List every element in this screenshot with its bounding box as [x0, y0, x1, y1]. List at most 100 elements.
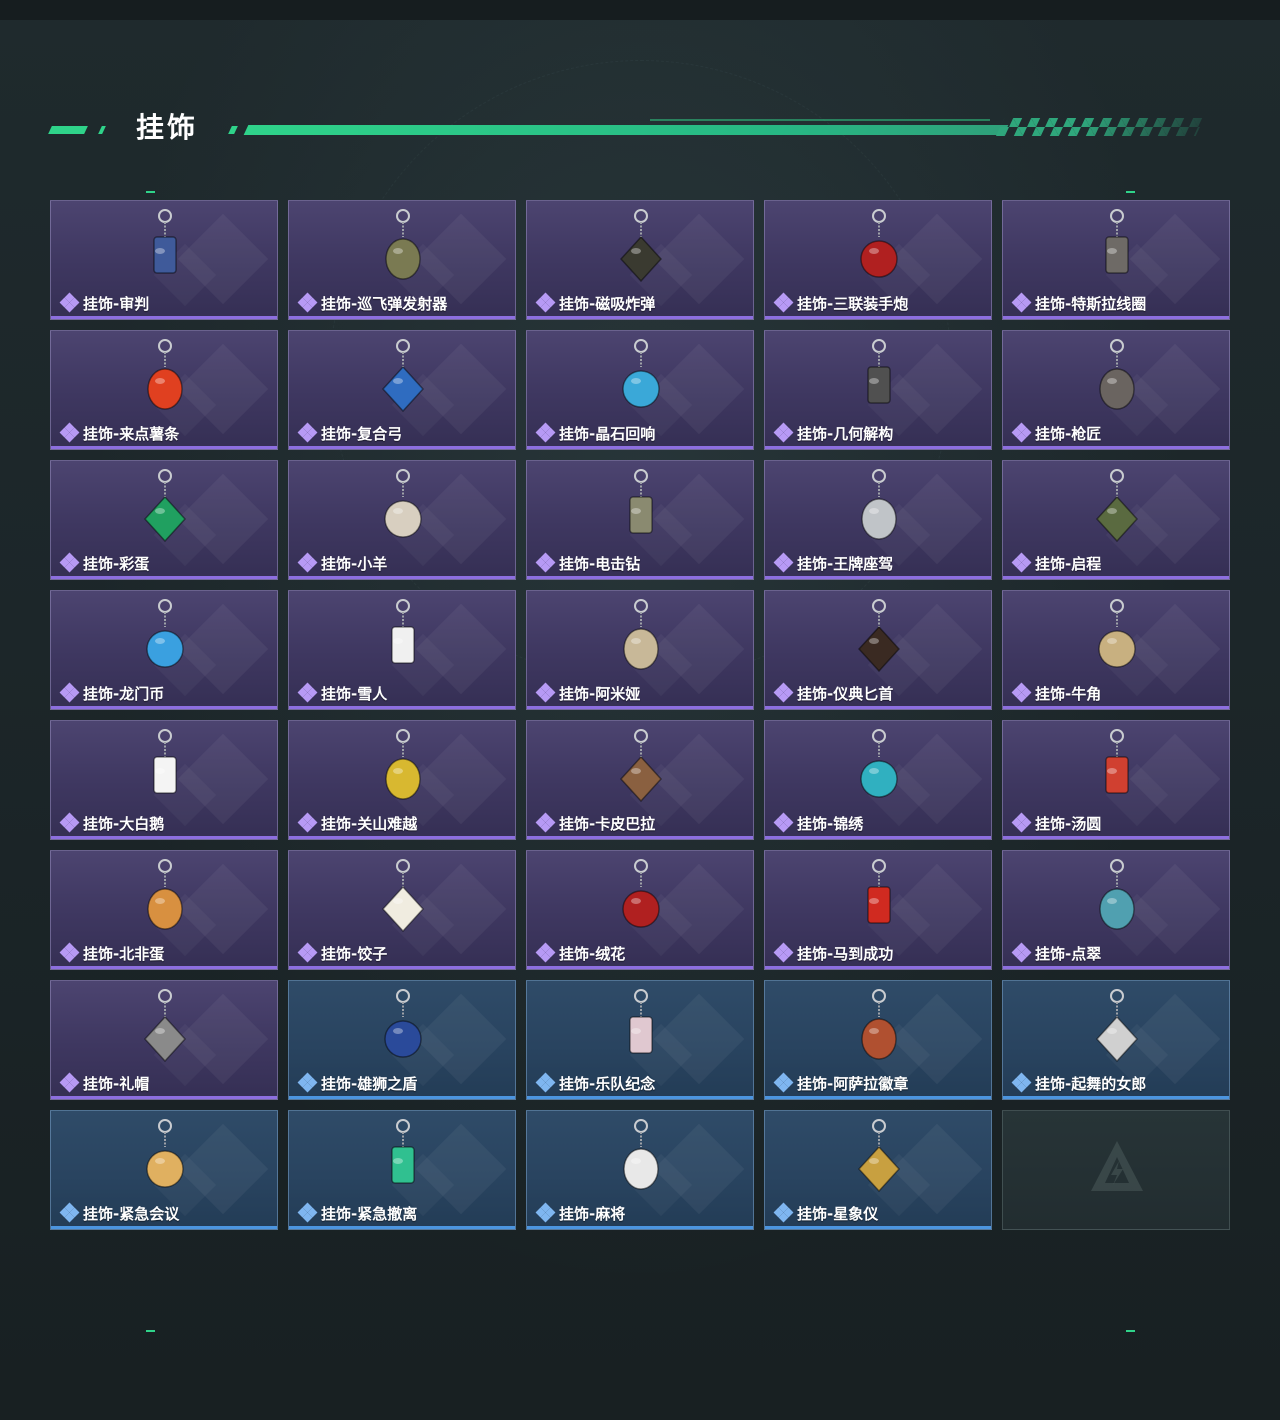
rarity-diamond-icon [59, 682, 80, 703]
charm-card[interactable]: 挂饰-龙门币 [50, 590, 278, 710]
charm-card[interactable]: 挂饰-乐队纪念 [526, 980, 754, 1100]
charm-label: 挂饰-雄狮之盾 [297, 1072, 417, 1093]
charm-card[interactable]: 挂饰-电击钻 [526, 460, 754, 580]
charm-card[interactable]: 挂饰-启程 [1002, 460, 1230, 580]
charm-card[interactable]: 挂饰-关山难越 [288, 720, 516, 840]
rarity-diamond-icon [59, 552, 80, 573]
charm-name: 挂饰-锦绣 [797, 814, 864, 833]
charm-name: 挂饰-三联装手炮 [797, 294, 909, 313]
charm-name: 挂饰-枪匠 [1035, 424, 1102, 443]
charm-card[interactable]: 挂饰-来点薯条 [50, 330, 278, 450]
header-checker-pattern [995, 118, 1205, 136]
charm-label: 挂饰-卡皮巴拉 [535, 812, 655, 833]
charm-card[interactable]: 挂饰-几何解构 [764, 330, 992, 450]
charm-card[interactable]: 挂饰-特斯拉线圈 [1002, 200, 1230, 320]
charm-card[interactable]: 挂饰-饺子 [288, 850, 516, 970]
charm-card[interactable]: 挂饰-紧急会议 [50, 1110, 278, 1230]
charm-card[interactable]: 挂饰-仪典匕首 [764, 590, 992, 710]
charm-card[interactable]: 挂饰-星象仪 [764, 1110, 992, 1230]
charm-label: 挂饰-大白鹅 [59, 812, 164, 833]
rarity-diamond-icon [297, 1072, 318, 1093]
charm-card[interactable]: 挂饰-三联装手炮 [764, 200, 992, 320]
rarity-bar [765, 446, 991, 449]
charm-label: 挂饰-雪人 [297, 682, 387, 703]
charm-card[interactable]: 挂饰-晶石回响 [526, 330, 754, 450]
rarity-diamond-icon [297, 682, 318, 703]
rarity-bar [289, 576, 515, 579]
rarity-bar [1003, 836, 1229, 839]
charm-card[interactable]: 挂饰-枪匠 [1002, 330, 1230, 450]
charm-card[interactable]: 挂饰-汤圆 [1002, 720, 1230, 840]
charm-label: 挂饰-晶石回响 [535, 422, 655, 443]
charm-card[interactable]: 挂饰-点翠 [1002, 850, 1230, 970]
charm-card[interactable]: 挂饰-紧急撤离 [288, 1110, 516, 1230]
charm-card[interactable]: 挂饰-雪人 [288, 590, 516, 710]
charm-name: 挂饰-星象仪 [797, 1204, 879, 1223]
charm-card[interactable]: 挂饰-王牌座驾 [764, 460, 992, 580]
dagger-charm-icon [849, 597, 909, 679]
charm-name: 挂饰-麻将 [559, 1204, 626, 1223]
charm-name: 挂饰-紧急撤离 [321, 1204, 418, 1223]
launcher-charm-icon [373, 207, 433, 289]
charm-card[interactable]: 挂饰-绒花 [526, 850, 754, 970]
charm-label: 挂饰-几何解构 [773, 422, 893, 443]
emblem-charm-icon [1087, 467, 1147, 549]
charm-card[interactable]: 挂饰-彩蛋 [50, 460, 278, 580]
charm-card[interactable]: 挂饰-磁吸炸弹 [526, 200, 754, 320]
rarity-bar [1003, 446, 1229, 449]
rarity-diamond-icon [1011, 552, 1032, 573]
charm-card[interactable]: 挂饰-巡飞弹发射器 [288, 200, 516, 320]
charm-card[interactable]: 挂饰-复合弓 [288, 330, 516, 450]
bomb-charm-icon [611, 207, 671, 289]
charm-label: 挂饰-马到成功 [773, 942, 893, 963]
header-accent-dot [98, 126, 106, 134]
section-header: 挂饰 [48, 110, 1205, 146]
rarity-bar [51, 966, 277, 969]
charm-card[interactable]: 挂饰-礼帽 [50, 980, 278, 1100]
charm-label: 挂饰-汤圆 [1011, 812, 1101, 833]
charm-card[interactable]: 挂饰-雄狮之盾 [288, 980, 516, 1100]
charm-label: 挂饰-仪典匕首 [773, 682, 893, 703]
charm-card[interactable]: 挂饰-麻将 [526, 1110, 754, 1230]
charm-card[interactable]: 挂饰-小羊 [288, 460, 516, 580]
charm-name: 挂饰-牛角 [1035, 684, 1102, 703]
header-accent-line [243, 125, 1009, 135]
header-accent-dot [228, 126, 238, 134]
empty-slot [1002, 1110, 1230, 1230]
corner-marker [1126, 191, 1135, 193]
charm-name: 挂饰-特斯拉线圈 [1035, 294, 1147, 313]
charm-card[interactable]: 挂饰-牛角 [1002, 590, 1230, 710]
rarity-bar [289, 1226, 515, 1229]
rarity-bar [51, 446, 277, 449]
rarity-diamond-icon [535, 422, 556, 443]
charm-card[interactable]: 挂饰-马到成功 [764, 850, 992, 970]
rarity-bar [527, 706, 753, 709]
charm-name: 挂饰-小羊 [321, 554, 388, 573]
charm-card[interactable]: 挂饰-审判 [50, 200, 278, 320]
rarity-bar [1003, 706, 1229, 709]
charm-card[interactable]: 挂饰-起舞的女郎 [1002, 980, 1230, 1100]
charm-card[interactable]: 挂饰-锦绣 [764, 720, 992, 840]
charm-card[interactable]: 挂饰-卡皮巴拉 [526, 720, 754, 840]
charm-label: 挂饰-电击钻 [535, 552, 640, 573]
corner-marker [146, 1330, 155, 1332]
bowl-charm-icon [1087, 727, 1147, 809]
charm-card[interactable]: 挂饰-阿米娅 [526, 590, 754, 710]
rarity-diamond-icon [59, 1072, 80, 1093]
charm-label: 挂饰-小羊 [297, 552, 388, 573]
rarity-diamond-icon [1011, 422, 1032, 443]
rarity-diamond-icon [297, 292, 318, 313]
charm-label: 挂饰-紧急会议 [59, 1202, 180, 1223]
rarity-bar [1003, 576, 1229, 579]
charm-card[interactable]: 挂饰-大白鹅 [50, 720, 278, 840]
charm-card[interactable]: 挂饰-北非蛋 [50, 850, 278, 970]
rarity-bar [765, 706, 991, 709]
rarity-diamond-icon [773, 1072, 794, 1093]
rarity-diamond-icon [1011, 292, 1032, 313]
charm-label: 挂饰-饺子 [297, 942, 387, 963]
charm-name: 挂饰-巡飞弹发射器 [321, 294, 448, 313]
badge-charm-icon [611, 987, 671, 1069]
charm-name: 挂饰-北非蛋 [83, 944, 165, 963]
charm-name: 挂饰-紧急会议 [83, 1204, 180, 1223]
charm-card[interactable]: 挂饰-阿萨拉徽章 [764, 980, 992, 1100]
